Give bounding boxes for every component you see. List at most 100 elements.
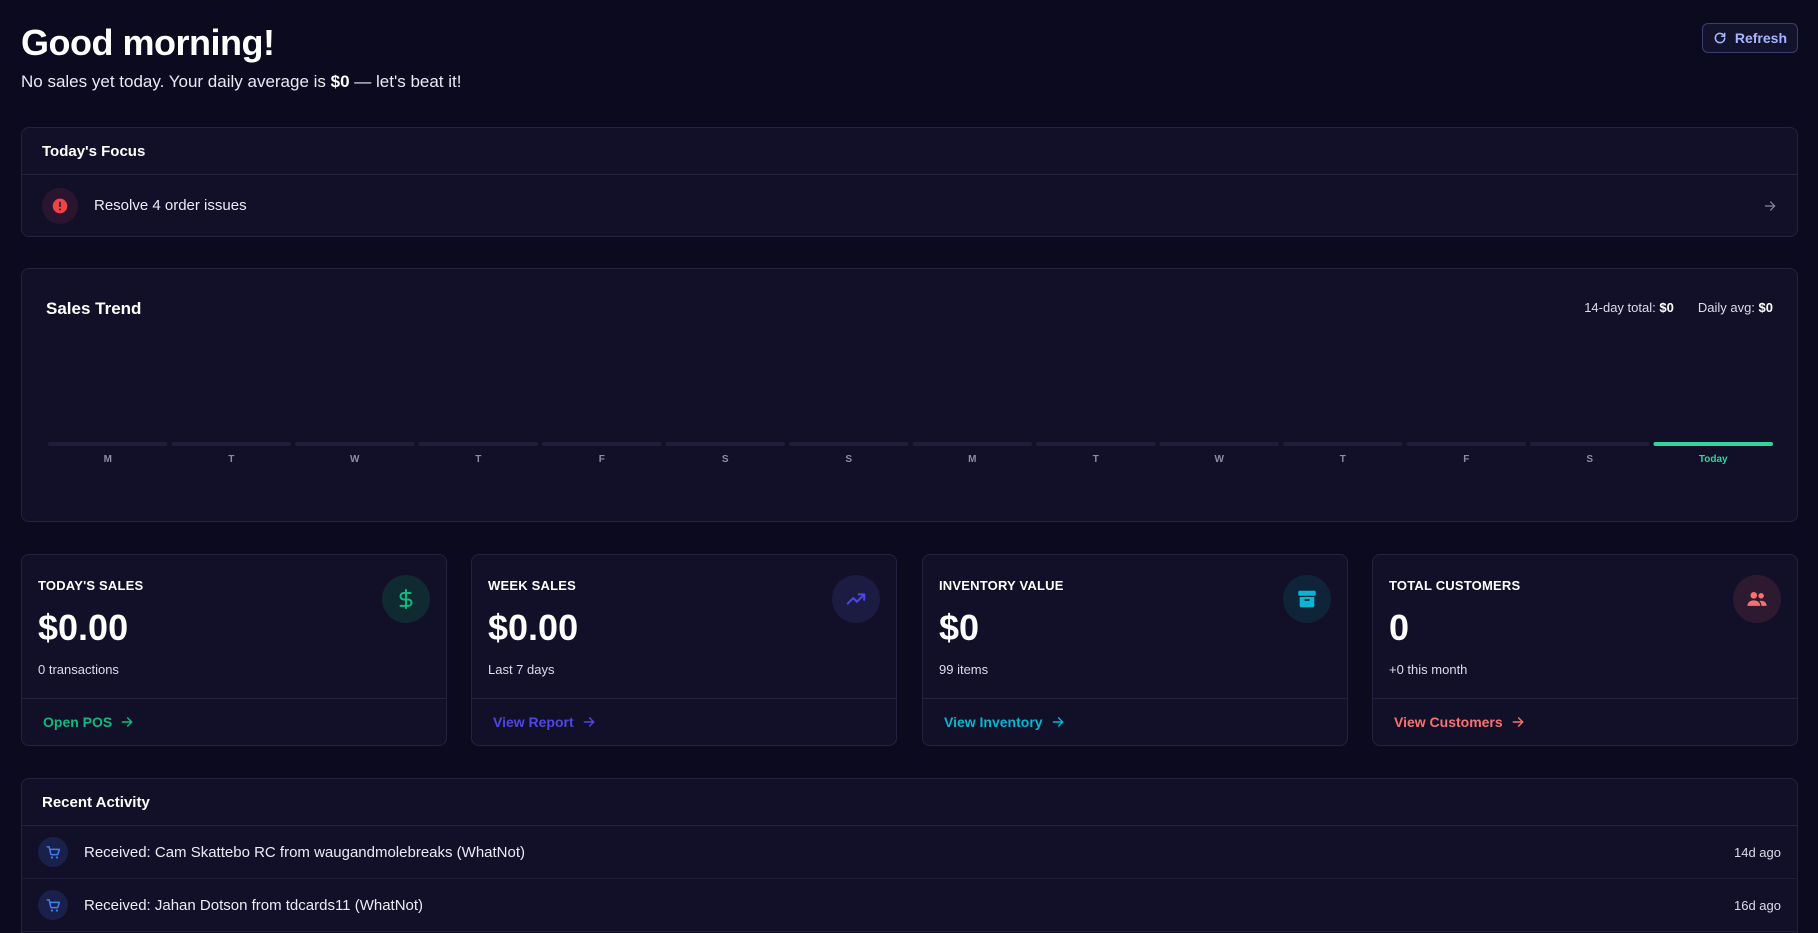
stat-subtext: 99 items bbox=[939, 662, 989, 677]
chart-bar bbox=[1653, 442, 1773, 446]
stat-card-total-customers: TOTAL CUSTOMERS 0 +0 this month View Cus… bbox=[1372, 554, 1798, 746]
sales-trend-title: Sales Trend bbox=[46, 299, 142, 318]
chart-tick-label: S bbox=[722, 454, 729, 465]
fourteen-day-total-label: 14-day total: bbox=[1584, 300, 1656, 315]
chart-tick-label: T bbox=[1093, 454, 1099, 465]
chart-bar bbox=[295, 442, 415, 446]
activity-item[interactable]: Received: Jahan Dotson from tdcards11 (W… bbox=[22, 879, 1797, 932]
subtitle-suffix: — let's beat it! bbox=[349, 72, 462, 91]
daily-average-value: $0 bbox=[1758, 300, 1773, 315]
stat-value: $0 bbox=[939, 607, 980, 648]
chart-tick-label: T bbox=[475, 454, 481, 465]
stat-link-label: View Customers bbox=[1394, 714, 1503, 730]
chart-bar bbox=[1530, 442, 1650, 446]
subtitle-prefix: No sales yet today. Your daily average i… bbox=[21, 72, 331, 91]
stat-subtext: 0 transactions bbox=[38, 662, 119, 677]
daily-average-label: Daily avg: bbox=[1697, 300, 1755, 315]
arrow-right-icon bbox=[1764, 200, 1776, 211]
arrow-right-icon bbox=[1512, 717, 1524, 727]
stat-card-week-sales: WEEK SALES $0.00 Last 7 days View Report bbox=[471, 554, 897, 746]
fourteen-day-total: 14-day total: $0 bbox=[1584, 300, 1674, 315]
chart-tick-label: S bbox=[845, 454, 852, 465]
alert-circle-icon bbox=[42, 187, 78, 224]
refresh-button-label: Refresh bbox=[1734, 30, 1787, 46]
arrow-right-icon bbox=[583, 717, 595, 727]
stat-card-todays-sales: TODAY'S SALES $0.00 0 transactions Open … bbox=[21, 554, 447, 746]
arrow-right-icon bbox=[1052, 717, 1063, 727]
open-pos-link[interactable]: Open POS bbox=[43, 714, 134, 730]
sales-trend-chart: M T W T F S S M T W T F S Today bbox=[48, 442, 1773, 465]
sales-trend-summary: 14-day total: $0 Daily avg: $0 bbox=[1584, 300, 1773, 315]
chart-tick-label: F bbox=[599, 454, 605, 465]
stat-value: $0.00 bbox=[488, 607, 579, 648]
stat-label: TOTAL CUSTOMERS bbox=[1389, 578, 1521, 593]
chart-tick-label: M bbox=[104, 454, 112, 465]
stat-label: TODAY'S SALES bbox=[38, 578, 144, 593]
view-inventory-link[interactable]: View Inventory bbox=[944, 714, 1065, 730]
view-report-link[interactable]: View Report bbox=[493, 714, 596, 730]
stat-divider bbox=[923, 698, 1347, 699]
chart-tick-label: T bbox=[228, 454, 234, 465]
chart-bar bbox=[1283, 442, 1403, 446]
page-subtitle: No sales yet today. Your daily average i… bbox=[21, 72, 461, 92]
chart-tick-label: M bbox=[968, 454, 976, 465]
stat-subtext: Last 7 days bbox=[488, 662, 555, 677]
page-header: Good morning! No sales yet today. Your d… bbox=[21, 0, 1798, 127]
chart-bar bbox=[789, 442, 909, 446]
cart-icon bbox=[38, 837, 68, 867]
stat-divider bbox=[22, 698, 446, 699]
recent-activity-card: Recent Activity Received: Cam Skattebo R… bbox=[21, 778, 1798, 933]
refresh-icon bbox=[1714, 32, 1726, 44]
chart-tick-label: W bbox=[1215, 454, 1225, 465]
recent-activity-title: Recent Activity bbox=[22, 779, 1797, 826]
chart-bar bbox=[1036, 442, 1156, 446]
chart-tick-label: T bbox=[1340, 454, 1346, 465]
chart-bar bbox=[912, 442, 1032, 446]
chart-bar bbox=[542, 442, 662, 446]
arrow-right-icon bbox=[121, 717, 133, 727]
page-title: Good morning! bbox=[21, 22, 275, 63]
stat-link-label: View Inventory bbox=[944, 714, 1043, 730]
chart-bar bbox=[1406, 442, 1526, 446]
chart-bar bbox=[665, 442, 785, 446]
activity-text: Received: Cam Skattebo RC from waugandmo… bbox=[84, 843, 526, 861]
stat-divider bbox=[1373, 698, 1797, 699]
chart-bar bbox=[418, 442, 538, 446]
daily-average-amount: $0 bbox=[330, 72, 350, 91]
activity-timestamp: 16d ago bbox=[1734, 897, 1781, 913]
chart-tick-label: F bbox=[1463, 454, 1469, 465]
users-icon bbox=[1733, 575, 1781, 623]
chart-bar bbox=[1159, 442, 1279, 446]
chart-bar bbox=[48, 442, 168, 446]
view-customers-link[interactable]: View Customers bbox=[1394, 714, 1525, 730]
cart-icon bbox=[38, 890, 68, 920]
stat-link-label: View Report bbox=[493, 714, 574, 730]
todays-focus-card: Today's Focus Resolve 4 order issues bbox=[21, 127, 1798, 237]
fourteen-day-total-value: $0 bbox=[1659, 300, 1674, 315]
activity-item[interactable]: Received: Cam Skattebo RC from waugandmo… bbox=[22, 826, 1797, 879]
archive-icon bbox=[1283, 575, 1331, 623]
focus-item-order-issues[interactable]: Resolve 4 order issues bbox=[22, 175, 1797, 236]
chart-tick-label: W bbox=[350, 454, 360, 465]
stat-label: WEEK SALES bbox=[488, 578, 576, 593]
stat-label: INVENTORY VALUE bbox=[939, 578, 1064, 593]
stat-card-inventory-value: INVENTORY VALUE $0 99 items View Invento… bbox=[922, 554, 1348, 746]
trending-up-icon bbox=[832, 575, 880, 623]
stat-subtext: +0 this month bbox=[1389, 662, 1468, 677]
stat-cards: TODAY'S SALES $0.00 0 transactions Open … bbox=[21, 554, 1798, 746]
activity-text: Received: Jahan Dotson from tdcards11 (W… bbox=[84, 896, 424, 914]
chart-tick-label: Today bbox=[1699, 454, 1728, 465]
focus-card-title: Today's Focus bbox=[22, 128, 1797, 175]
chart-tick-label: S bbox=[1586, 454, 1593, 465]
stat-value: $0.00 bbox=[38, 607, 129, 648]
refresh-button[interactable]: Refresh bbox=[1701, 23, 1798, 53]
stat-divider bbox=[472, 698, 896, 699]
sales-trend-card: Sales Trend 14-day total: $0 Daily avg: … bbox=[21, 268, 1798, 522]
dollar-icon bbox=[382, 575, 430, 623]
activity-timestamp: 14d ago bbox=[1734, 844, 1781, 860]
focus-item-label: Resolve 4 order issues bbox=[94, 197, 247, 214]
daily-average: Daily avg: $0 bbox=[1698, 300, 1773, 315]
stat-value: 0 bbox=[1389, 607, 1410, 648]
chart-bar bbox=[171, 442, 291, 446]
stat-link-label: Open POS bbox=[43, 714, 113, 730]
